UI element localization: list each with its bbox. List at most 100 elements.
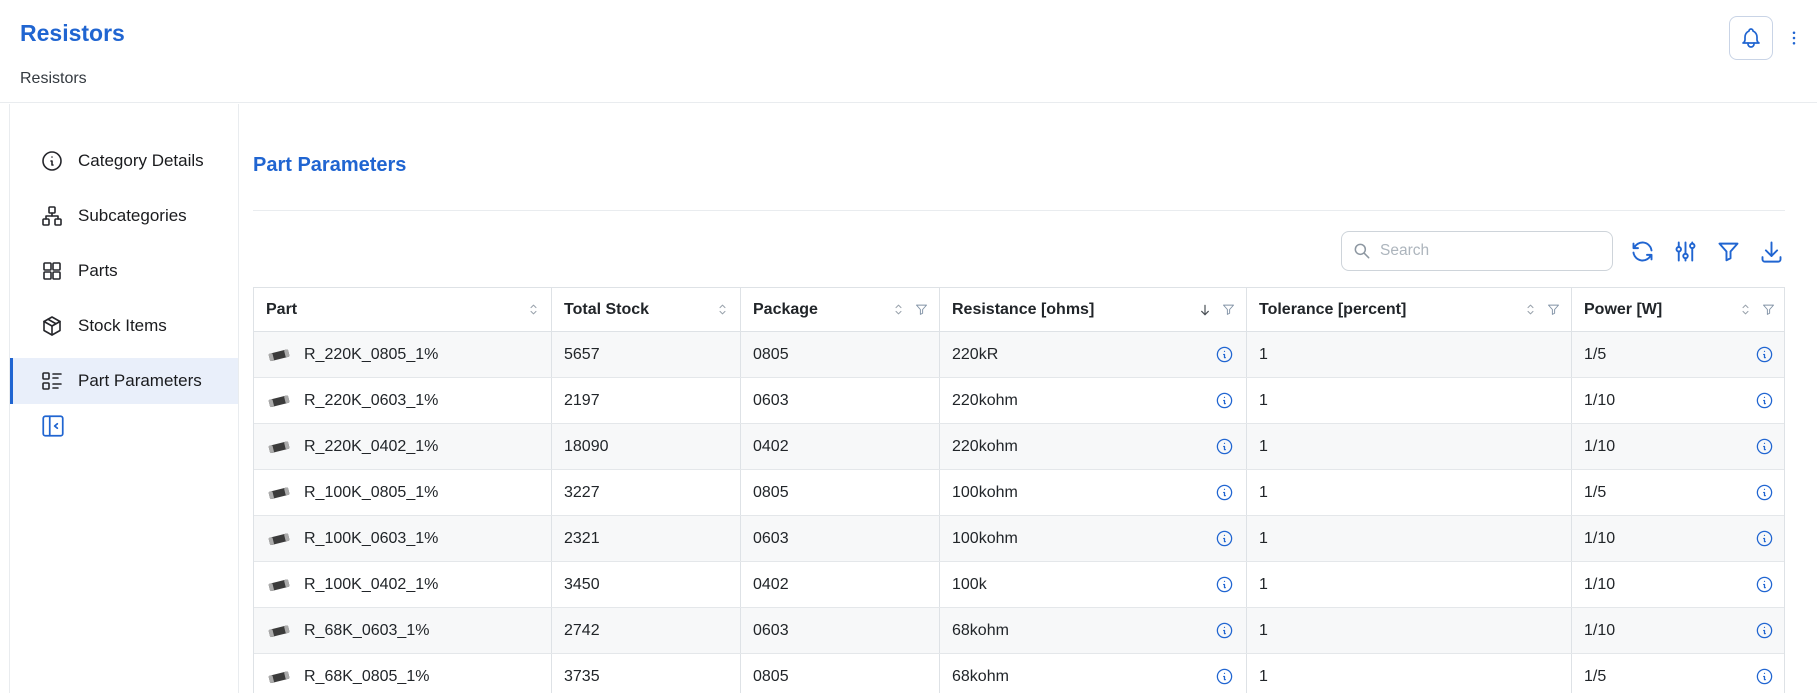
sidebar-item-label: Part Parameters [78,371,202,391]
resistance-value: 220kR [952,346,998,364]
part-name: R_100K_0402_1% [304,576,438,594]
info-icon[interactable] [1755,483,1774,502]
part-thumbnail [266,347,292,363]
download-icon [1758,238,1785,265]
part-cell: R_100K_0805_1% [254,470,552,515]
power-cell: 1/10 [1572,378,1786,423]
column-filter-icon[interactable] [914,302,929,317]
panel-heading: Part Parameters [253,154,1785,177]
resistance-cell: 100k [940,562,1247,607]
collapse-sidebar-button[interactable] [40,413,66,439]
power-cell: 1/10 [1572,424,1786,469]
sort-desc-icon [1197,302,1213,318]
part-thumbnail [266,531,292,547]
part-name: R_220K_0402_1% [304,438,438,456]
table-options-button[interactable] [1672,238,1699,265]
filter-button[interactable] [1715,238,1742,265]
resistance-cell: 100kohm [940,516,1247,561]
info-icon[interactable] [1215,437,1234,456]
part-name: R_68K_0805_1% [304,668,429,686]
sidebar-item-part-parameters[interactable]: Part Parameters [10,358,238,404]
column-header-total-stock[interactable]: Total Stock [552,288,741,331]
search-input[interactable] [1380,242,1602,260]
tolerance-cell: 1 [1247,608,1572,653]
total-stock-cell: 3735 [552,654,741,693]
sidebar-item-label: Stock Items [78,316,167,336]
package-cell: 0805 [741,654,940,693]
sidebar-collapse-icon [40,413,66,439]
info-icon[interactable] [1755,667,1774,686]
package-cell: 0402 [741,562,940,607]
part-thumbnail [266,485,292,501]
info-icon[interactable] [1755,621,1774,640]
column-header-package[interactable]: Package [741,288,940,331]
info-icon[interactable] [1215,529,1234,548]
sidebar-item-subcategories[interactable]: Subcategories [10,193,238,239]
table-row[interactable]: R_100K_0805_1% 3227 0805 100kohm 1 1/5 [254,470,1784,516]
column-header-resistance[interactable]: Resistance [ohms] [940,288,1247,331]
info-circle-icon [40,149,64,173]
power-value: 1/5 [1584,346,1606,364]
info-icon[interactable] [1215,575,1234,594]
table-row[interactable]: R_100K_0402_1% 3450 0402 100k 1 1/10 [254,562,1784,608]
sidebar-item-parts[interactable]: Parts [10,248,238,294]
column-header-tolerance[interactable]: Tolerance [percent] [1247,288,1572,331]
page: Resistors Resistors Category Details [0,0,1817,693]
info-icon[interactable] [1215,345,1234,364]
column-label: Total Stock [564,301,649,319]
sidebar-item-category-details[interactable]: Category Details [10,138,238,184]
sidebar-item-label: Parts [78,261,118,281]
column-filter-icon[interactable] [1546,302,1561,317]
part-name: R_220K_0603_1% [304,392,438,410]
sort-icon [1523,302,1538,317]
power-value: 1/10 [1584,392,1615,410]
panel-heading-divider [253,210,1785,211]
info-icon[interactable] [1755,437,1774,456]
column-filter-icon[interactable] [1761,302,1776,317]
column-header-part[interactable]: Part [254,288,552,331]
notifications-button[interactable] [1729,16,1773,60]
resistance-value: 100kohm [952,530,1018,548]
part-cell: R_68K_0603_1% [254,608,552,653]
info-icon[interactable] [1755,391,1774,410]
column-filter-icon[interactable] [1221,302,1236,317]
grid-icon [40,259,64,283]
resistance-cell: 220kohm [940,378,1247,423]
info-icon[interactable] [1215,621,1234,640]
download-button[interactable] [1758,238,1785,265]
table-row[interactable]: R_220K_0805_1% 5657 0805 220kR 1 1/5 [254,332,1784,378]
info-icon[interactable] [1755,345,1774,364]
info-icon[interactable] [1215,391,1234,410]
tolerance-cell: 1 [1247,562,1572,607]
sort-icon [891,302,906,317]
sidebar-item-stock-items[interactable]: Stock Items [10,303,238,349]
power-value: 1/5 [1584,484,1606,502]
package-cell: 0603 [741,378,940,423]
table-row[interactable]: R_68K_0603_1% 2742 0603 68kohm 1 1/10 [254,608,1784,654]
info-icon[interactable] [1215,483,1234,502]
part-cell: R_100K_0402_1% [254,562,552,607]
table-row[interactable]: R_220K_0402_1% 18090 0402 220kohm 1 1/10 [254,424,1784,470]
column-label: Tolerance [percent] [1259,301,1406,319]
total-stock-cell: 2197 [552,378,741,423]
table-row[interactable]: R_100K_0603_1% 2321 0603 100kohm 1 1/10 [254,516,1784,562]
refresh-button[interactable] [1629,238,1656,265]
power-cell: 1/5 [1572,332,1786,377]
filter-icon [1715,238,1742,265]
total-stock-cell: 2742 [552,608,741,653]
panel-sidebar: Category Details Subcategories Parts Sto… [10,138,238,439]
overflow-menu-button[interactable] [1785,16,1803,60]
part-name: R_68K_0603_1% [304,622,429,640]
table-row[interactable]: R_220K_0603_1% 2197 0603 220kohm 1 1/10 [254,378,1784,424]
info-icon[interactable] [1755,575,1774,594]
table-row[interactable]: R_68K_0805_1% 3735 0805 68kohm 1 1/5 [254,654,1784,693]
total-stock-cell: 2321 [552,516,741,561]
column-header-power[interactable]: Power [W] [1572,288,1786,331]
column-label: Part [266,301,297,319]
part-cell: R_220K_0402_1% [254,424,552,469]
package-cell: 0805 [741,332,940,377]
breadcrumb[interactable]: Resistors [20,70,87,88]
info-icon[interactable] [1215,667,1234,686]
info-icon[interactable] [1755,529,1774,548]
power-value: 1/10 [1584,438,1615,456]
